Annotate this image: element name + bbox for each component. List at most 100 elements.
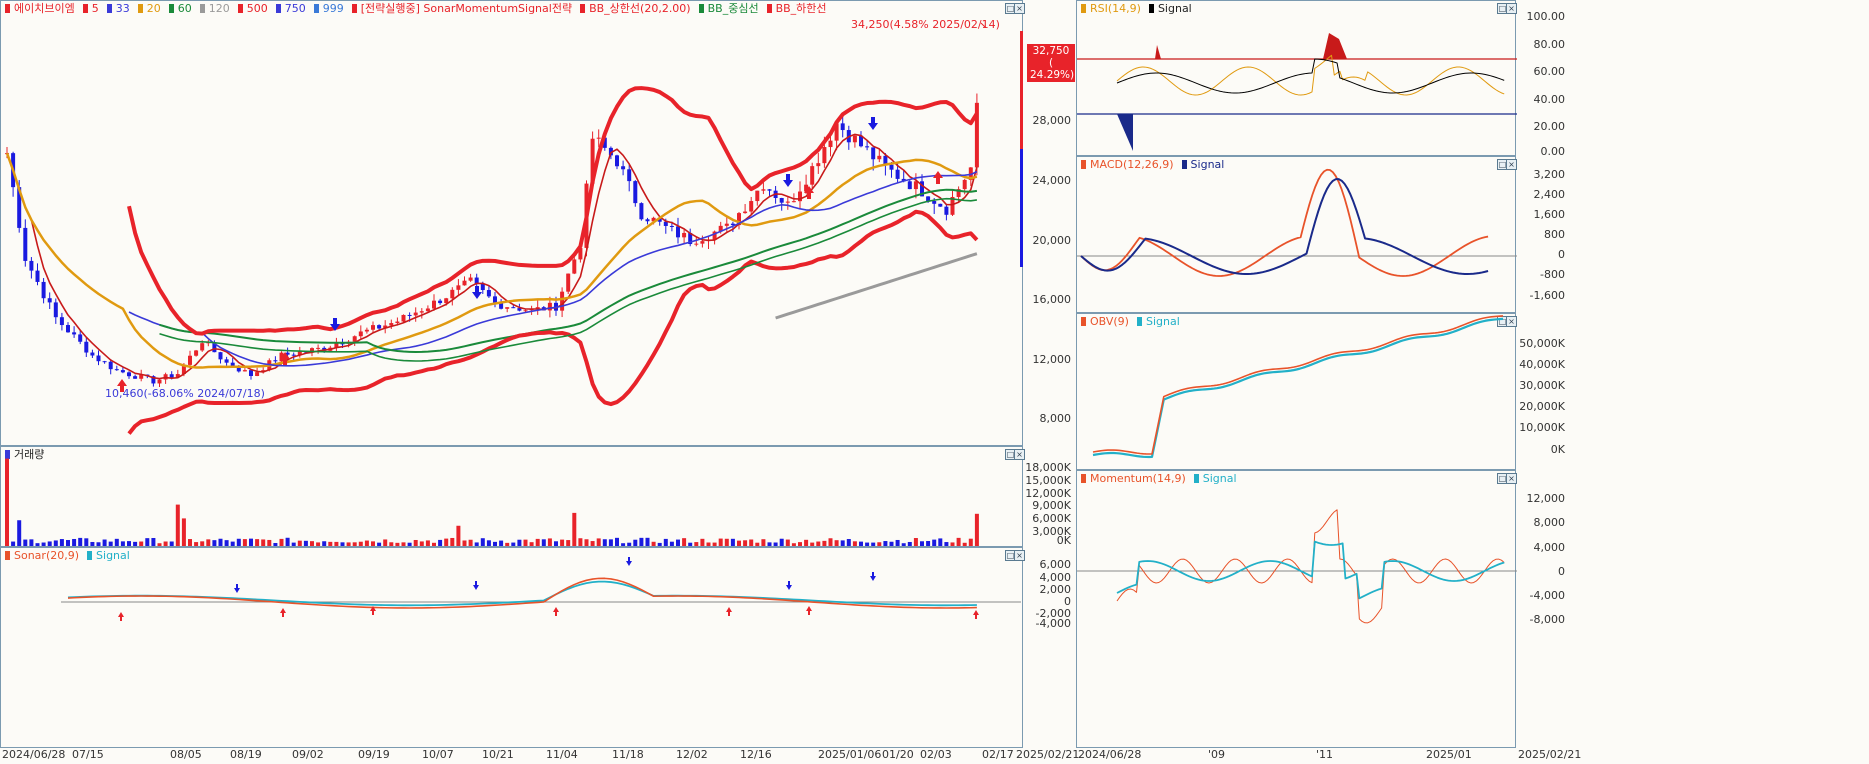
volume-bar xyxy=(438,539,443,546)
volume-bar xyxy=(236,538,241,546)
rsi-tick: 100.00 xyxy=(1526,10,1566,23)
price-tick: 8,000 xyxy=(1039,412,1072,425)
obv-panel[interactable]: OBV(9) Signal □ × xyxy=(1076,313,1517,470)
rsi-panel[interactable]: RSI(14,9) Signal □ × xyxy=(1076,0,1517,156)
candle xyxy=(108,361,113,370)
macd-panel[interactable]: MACD(12,26,9) Signal □ × xyxy=(1076,156,1517,313)
price-chart-panel[interactable]: 에이치브이엠 5 33 20 60 120 500 750 999 [전략실행중] SonarMo… xyxy=(0,0,1025,446)
volume-bar xyxy=(669,541,674,546)
current-change: ( 24.29%) xyxy=(1030,57,1075,81)
candle xyxy=(816,163,821,167)
volume-bar xyxy=(17,520,22,546)
volume-bar xyxy=(383,539,388,546)
volume-tick: 6,000K xyxy=(1032,512,1071,525)
momentum-panel[interactable]: Momentum(14,9) Signal □ × xyxy=(1076,470,1517,748)
momentum-tick: -4,000 xyxy=(1529,589,1565,602)
volume-bar xyxy=(962,542,967,546)
volume-bar xyxy=(877,542,882,546)
volume-bar xyxy=(261,539,266,546)
candle xyxy=(47,298,52,303)
candle xyxy=(865,146,870,148)
volume-bar xyxy=(413,539,418,546)
volume-bar xyxy=(974,513,979,546)
rsi-y-axis: 100.00 80.00 60.00 40.00 20.00 0.00 xyxy=(1516,0,1569,158)
volume-bar xyxy=(267,539,272,546)
momentum-line xyxy=(1116,509,1505,624)
volume-bar xyxy=(450,537,455,546)
ma60-line xyxy=(159,188,978,354)
momentum-tick: 0 xyxy=(1558,565,1565,578)
volume-bar xyxy=(169,541,174,546)
volume-bar xyxy=(401,542,406,546)
candle xyxy=(218,352,223,360)
candle xyxy=(840,123,845,131)
volume-bar xyxy=(474,542,479,546)
momentum-tick: 12,000 xyxy=(1526,492,1566,505)
candle xyxy=(486,290,491,297)
buy-arrow xyxy=(933,171,943,184)
rsi-tick: 80.00 xyxy=(1533,38,1566,51)
volume-bar xyxy=(633,539,638,546)
volume-bar xyxy=(590,541,595,546)
candle xyxy=(779,198,784,203)
obv-y-axis: 50,000K 40,000K 30,000K 20,000K 10,000K 0K xyxy=(1516,313,1569,470)
candle xyxy=(493,296,497,303)
date-tick: '09 xyxy=(1208,748,1226,761)
ma33-line xyxy=(128,170,978,367)
date-tick: 2024/06/28 xyxy=(1078,748,1142,761)
candle xyxy=(444,298,449,304)
candle xyxy=(505,307,510,309)
volume-bar xyxy=(615,537,619,546)
volume-bar xyxy=(639,537,644,546)
macd-svg xyxy=(1077,168,1517,277)
candle xyxy=(810,166,815,185)
candle xyxy=(944,206,949,215)
volume-bar xyxy=(480,538,485,546)
sonar-panel[interactable]: Sonar(20,9) Signal □ × xyxy=(0,547,1025,748)
candle xyxy=(450,289,455,299)
rsi-svg xyxy=(1077,33,1517,151)
volume-bar xyxy=(883,541,888,546)
volume-bar xyxy=(29,539,34,546)
candle xyxy=(389,323,394,326)
candle xyxy=(676,226,680,238)
sonar-svg xyxy=(61,557,1021,621)
volume-bar xyxy=(846,539,851,546)
volume-bar xyxy=(822,540,827,546)
date-tick: 10/07 xyxy=(422,748,454,761)
current-price-badge: 32,750 ( 24.29%) xyxy=(1027,44,1075,82)
candle xyxy=(169,374,174,378)
price-tick: 16,000 xyxy=(1032,293,1072,306)
volume-bar xyxy=(651,541,656,546)
rsi-signal-line xyxy=(1116,58,1505,94)
volume-bar xyxy=(773,542,778,546)
volume-bar xyxy=(511,542,516,546)
candle xyxy=(407,314,412,316)
date-tick: 02/03 xyxy=(920,748,952,761)
date-tick: 12/02 xyxy=(676,748,708,761)
sell-arrow xyxy=(472,286,482,299)
buy-arrow xyxy=(726,607,732,616)
volume-bar xyxy=(90,541,95,546)
volume-bar xyxy=(828,538,833,546)
volume-bar xyxy=(737,540,741,546)
candle xyxy=(419,311,424,313)
candle xyxy=(566,273,571,292)
volume-bar xyxy=(181,518,186,546)
bb-lower-line xyxy=(127,209,979,435)
volume-bar xyxy=(114,538,119,546)
volume-bar xyxy=(895,539,900,546)
volume-bar xyxy=(11,541,16,546)
volume-bar xyxy=(596,538,601,546)
volume-tick: 0K xyxy=(1056,534,1071,547)
volume-bar xyxy=(334,541,339,546)
candle xyxy=(663,221,668,226)
date-tick: 09/19 xyxy=(358,748,390,761)
candle xyxy=(224,359,229,363)
volume-bar xyxy=(389,542,394,546)
volume-bar xyxy=(602,539,607,546)
volume-bar xyxy=(230,541,235,546)
volume-panel[interactable]: 거래량 □ × xyxy=(0,446,1025,547)
buy-arrow xyxy=(118,612,124,621)
volume-bar xyxy=(133,541,138,546)
